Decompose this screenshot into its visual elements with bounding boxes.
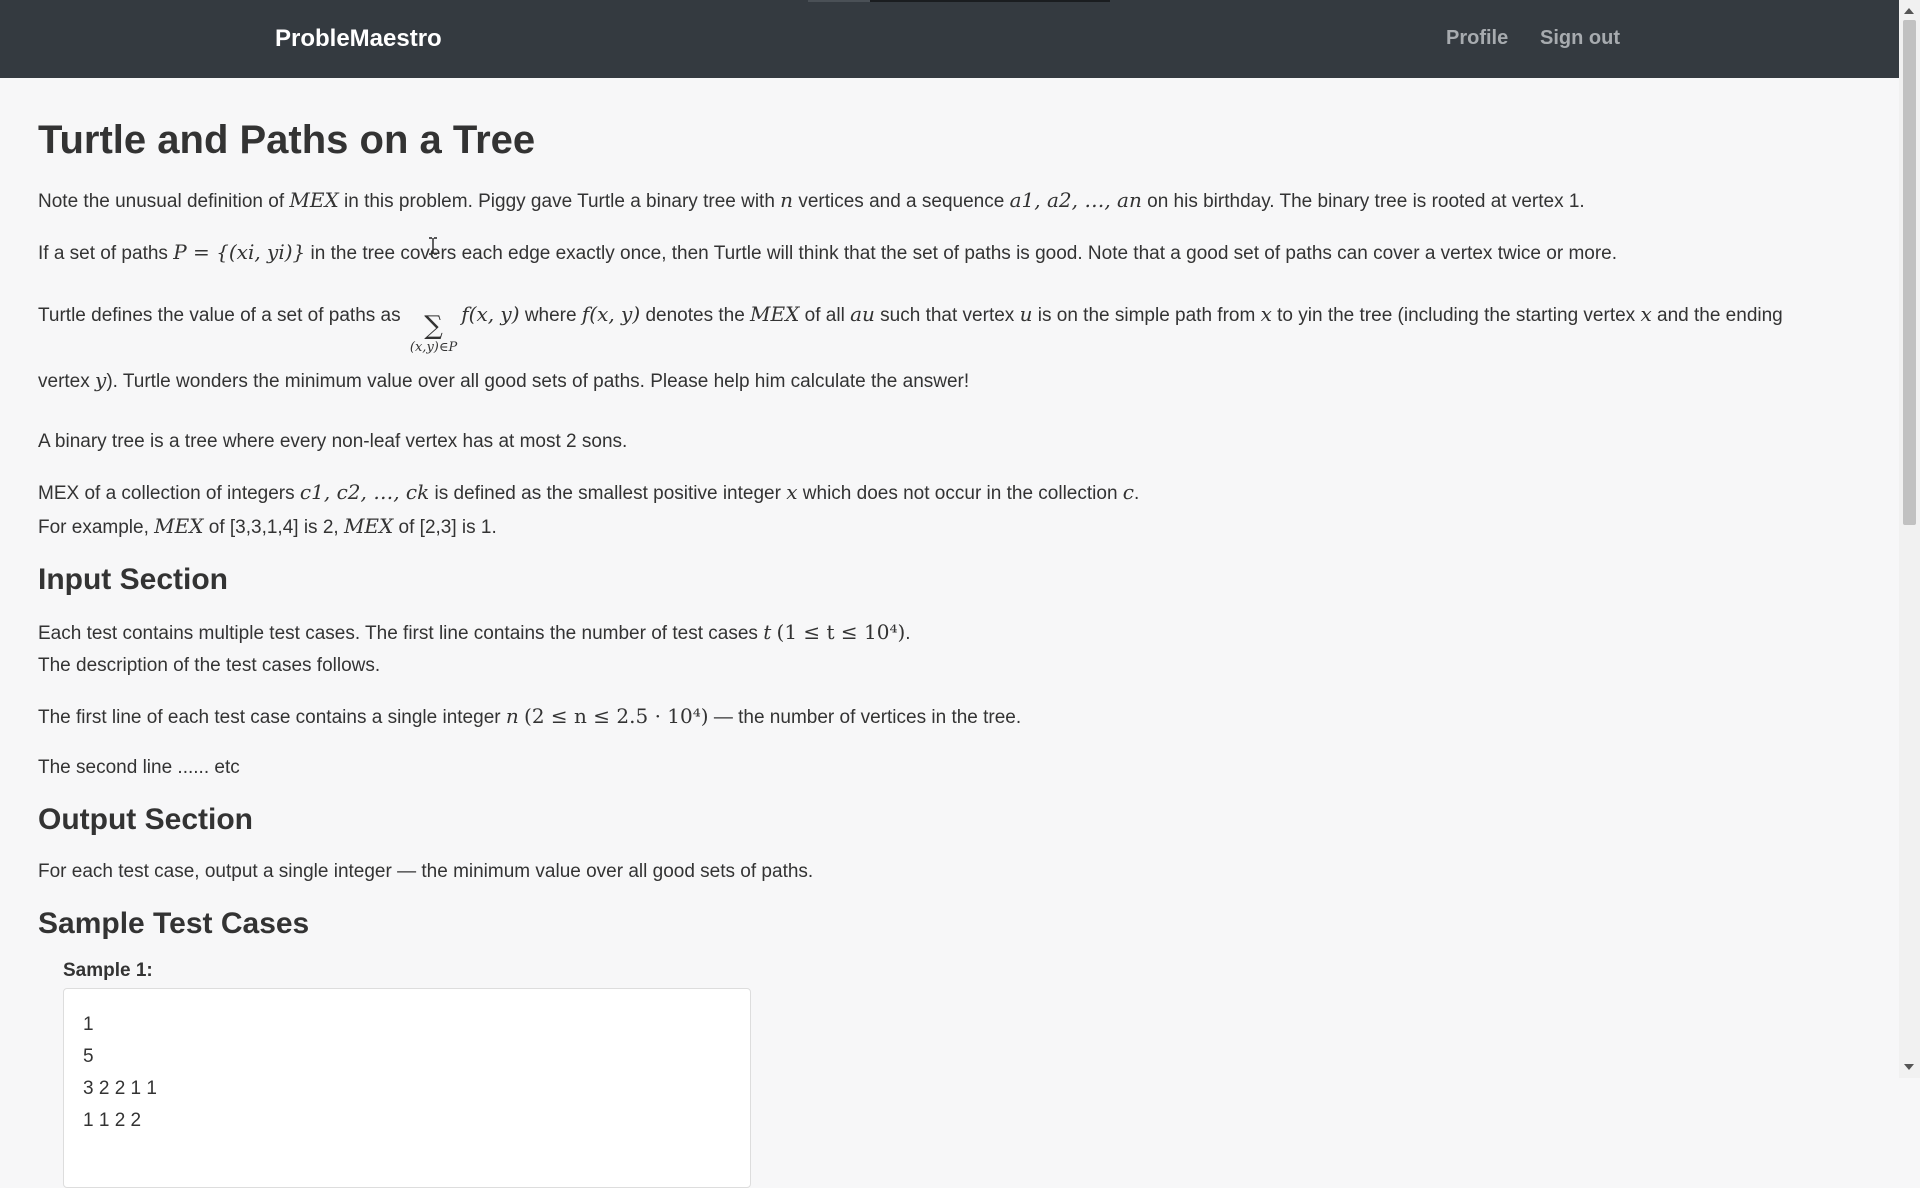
problem-content: Turtle and Paths on a Tree Note the unus…: [38, 110, 1798, 1188]
sample-input-line: 1 1 2 2: [83, 1110, 142, 1131]
sample-1-label: Sample 1:: [63, 960, 153, 981]
input-section-heading: Input Section: [38, 563, 228, 596]
output-section-heading: Output Section: [38, 803, 253, 836]
statement-paragraph-4: A binary tree is a tree where every non-…: [38, 431, 628, 452]
page-scrollbar[interactable]: [1899, 0, 1920, 1078]
problem-title: Turtle and Paths on a Tree: [38, 118, 536, 162]
sum-formula: ∑ (x,y)∈P: [409, 311, 458, 355]
sample-1-input-box[interactable]: 1 5 3 2 2 1 1 1 1 2 2: [63, 988, 751, 1188]
sample-input-line: 5: [83, 1046, 94, 1067]
statement-paragraph-3: Turtle defines the value of a set of pat…: [38, 302, 1783, 392]
output-paragraph-1: For each test case, output a single inte…: [38, 861, 814, 882]
loading-progress-bar: [808, 0, 1110, 2]
statement-paragraph-1: Note the unusual definition of MEX in th…: [38, 188, 1585, 212]
scroll-up-arrow-icon[interactable]: [1904, 8, 1914, 14]
input-paragraph-3: The second line ...... etc: [38, 757, 240, 778]
scroll-down-arrow-icon[interactable]: [1904, 1064, 1914, 1070]
input-paragraph-2: The first line of each test case contain…: [38, 704, 1022, 728]
scrollbar-thumb[interactable]: [1903, 20, 1916, 525]
brand-logo-link[interactable]: ProbleMaestro: [275, 25, 442, 53]
profile-link[interactable]: Profile: [1446, 27, 1508, 50]
sample-input-line: 1: [83, 1014, 94, 1035]
input-paragraph-1: Each test contains multiple test cases. …: [38, 620, 911, 676]
statement-paragraph-2: If a set of paths P = {(xi, yi)} in the …: [38, 240, 1618, 264]
sign-out-link[interactable]: Sign out: [1540, 27, 1620, 50]
statement-paragraph-5: MEX of a collection of integers c1, c2, …: [38, 480, 1140, 538]
top-navbar: ProbleMaestro Profile Sign out: [0, 0, 1899, 78]
sample-tests-heading: Sample Test Cases: [38, 907, 310, 940]
